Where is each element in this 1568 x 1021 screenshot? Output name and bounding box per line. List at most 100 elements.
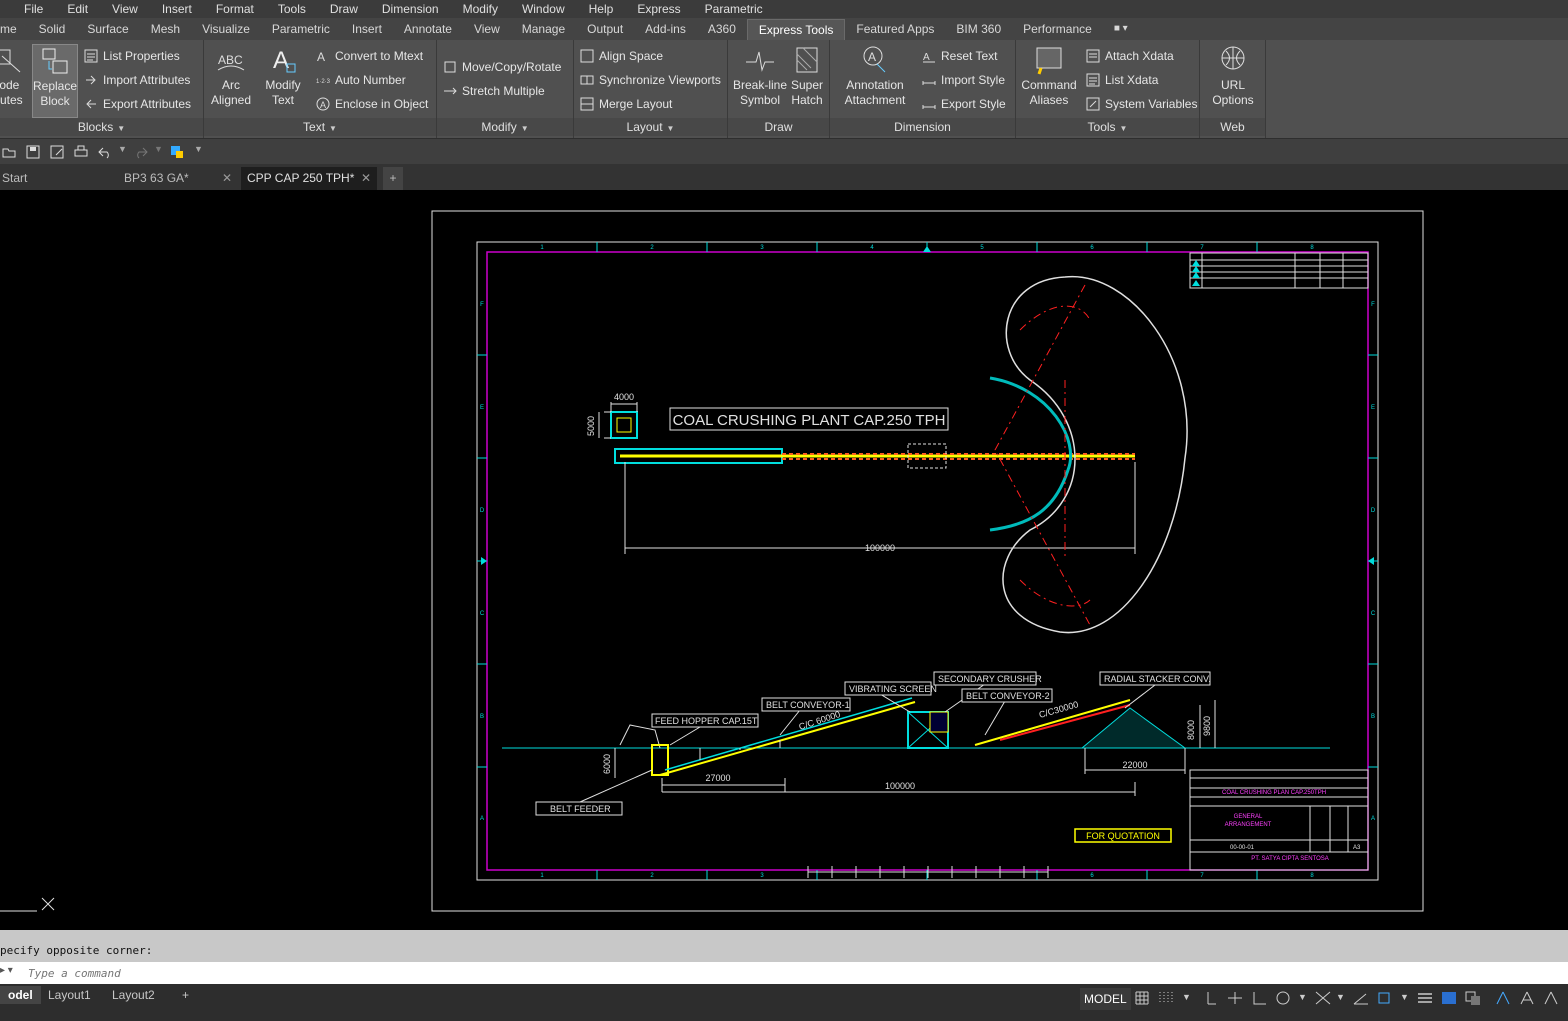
arc-aligned-button[interactable]: ABC Arc Aligned (208, 44, 254, 108)
redo-dropdown-icon[interactable]: ▼ (154, 144, 163, 154)
tab-home[interactable]: me (0, 18, 28, 40)
enclose-in-object-button[interactable]: A Enclose in Object (316, 94, 428, 114)
menu-modify[interactable]: Modify (451, 0, 510, 18)
convert-to-mtext-button[interactable]: A Convert to Mtext (316, 46, 423, 66)
tab-add-ins[interactable]: Add-ins (634, 18, 697, 40)
command-aliases-button[interactable]: Command Aliases (1018, 44, 1080, 108)
menu-window[interactable]: Window (510, 0, 577, 18)
merge-layout-button[interactable]: Merge Layout (580, 94, 672, 114)
undo-icon[interactable] (98, 145, 112, 159)
menu-help[interactable]: Help (577, 0, 626, 18)
tab-layout1[interactable]: Layout1 (40, 986, 99, 1004)
tab-view[interactable]: View (463, 18, 511, 40)
import-attributes-button[interactable]: Import Attributes (84, 70, 190, 90)
auto-scale-icon[interactable] (1542, 990, 1560, 1006)
stretch-multiple-button[interactable]: Stretch Multiple (443, 81, 545, 101)
tab-output[interactable]: Output (576, 18, 634, 40)
ribbon-options-icon[interactable]: ■ ▾ (1103, 18, 1139, 40)
panel-title-text[interactable]: Text ▼ (204, 118, 436, 136)
replace-block-button[interactable]: Replace Block (32, 44, 78, 118)
explode-attributes-button[interactable]: lode butes (0, 44, 24, 108)
menu-format[interactable]: Format (204, 0, 266, 18)
attach-xdata-button[interactable]: Attach Xdata (1086, 46, 1174, 66)
tab-parametric[interactable]: Parametric (261, 18, 341, 40)
menu-file[interactable]: File (0, 0, 55, 18)
panel-title-modify[interactable]: Modify ▼ (437, 118, 573, 136)
open-icon[interactable] (2, 145, 16, 159)
auto-number-button[interactable]: 1·2·3 Auto Number (316, 70, 406, 90)
modify-text-button[interactable]: A Modify Text (260, 44, 306, 108)
snap-icon[interactable] (1158, 990, 1176, 1006)
command-prompt-icon[interactable]: ▸ ▾ (0, 965, 13, 976)
menu-insert[interactable]: Insert (150, 0, 204, 18)
drawing-canvas[interactable]: 1 2 3 4 5 6 7 8 1 2 3 6 7 8 F E D C B A … (0, 190, 1568, 930)
infer-constraints-icon[interactable] (1202, 990, 1220, 1006)
object-snap-icon[interactable] (1376, 990, 1394, 1006)
new-tab-button[interactable]: + (383, 167, 403, 190)
url-options-button[interactable]: URL Options (1206, 44, 1260, 108)
list-xdata-button[interactable]: List Xdata (1086, 70, 1158, 90)
synchronize-viewports-button[interactable]: Synchronize Viewports (580, 70, 721, 90)
menu-edit[interactable]: Edit (55, 0, 100, 18)
tab-bim-360[interactable]: BIM 360 (945, 18, 1012, 40)
tab-mesh[interactable]: Mesh (140, 18, 191, 40)
print-icon[interactable] (74, 145, 88, 159)
file-tab-bp3[interactable]: BP3 63 GA* ✕ (118, 167, 238, 190)
export-style-button[interactable]: Export Style (922, 94, 1006, 114)
panel-title-tools[interactable]: Tools ▼ (1016, 118, 1199, 136)
menu-draw[interactable]: Draw (318, 0, 370, 18)
tab-a360[interactable]: A360 (697, 18, 747, 40)
isodraft-dropdown-icon[interactable]: ▼ (1336, 992, 1345, 1002)
object-snap-tracking-icon[interactable] (1352, 990, 1370, 1006)
selection-cycling-icon[interactable] (1464, 990, 1482, 1006)
isodraft-icon[interactable] (1314, 990, 1332, 1006)
file-tab-cpp[interactable]: CPP CAP 250 TPH* ✕ (241, 167, 377, 190)
add-layout-button[interactable]: + (174, 986, 197, 1004)
tab-visualize[interactable]: Visualize (191, 18, 261, 40)
menu-express[interactable]: Express (625, 0, 692, 18)
tab-performance[interactable]: Performance (1012, 18, 1103, 40)
tab-surface[interactable]: Surface (76, 18, 139, 40)
osnap-dropdown-icon[interactable]: ▼ (1400, 992, 1409, 1002)
ortho-icon[interactable] (1250, 990, 1268, 1006)
file-tab-start[interactable]: Start (0, 167, 110, 190)
redo-icon[interactable] (134, 145, 148, 159)
panel-title-blocks[interactable]: Blocks ▼ (0, 118, 203, 136)
tab-manage[interactable]: Manage (511, 18, 576, 40)
menu-dimension[interactable]: Dimension (370, 0, 451, 18)
save-icon[interactable] (26, 145, 40, 159)
model-space-button[interactable]: MODEL (1080, 988, 1131, 1010)
move-copy-rotate-button[interactable]: Move/Copy/Rotate (443, 57, 561, 77)
undo-dropdown-icon[interactable]: ▼ (118, 144, 127, 154)
save-as-icon[interactable] (50, 145, 64, 159)
annotation-scale-icon[interactable] (1494, 990, 1512, 1006)
grid-icon[interactable] (1134, 990, 1152, 1006)
tab-solid[interactable]: Solid (28, 18, 77, 40)
tab-featured-apps[interactable]: Featured Apps (845, 18, 945, 40)
transparency-icon[interactable] (1440, 990, 1458, 1006)
layer-icon[interactable] (170, 145, 184, 159)
annotation-visibility-icon[interactable] (1518, 990, 1536, 1006)
menu-parametric[interactable]: Parametric (693, 0, 775, 18)
tab-annotate[interactable]: Annotate (393, 18, 463, 40)
polar-dropdown-icon[interactable]: ▼ (1298, 992, 1307, 1002)
import-style-button[interactable]: Import Style (922, 70, 1005, 90)
snap-dropdown-icon[interactable]: ▼ (1182, 992, 1191, 1002)
close-tab-icon[interactable]: ✕ (361, 167, 371, 190)
break-line-symbol-button[interactable]: Break-line Symbol (732, 44, 788, 108)
reset-text-button[interactable]: A Reset Text (922, 46, 997, 66)
tab-model[interactable]: odel (0, 986, 41, 1004)
close-tab-icon[interactable]: ✕ (222, 167, 232, 190)
polar-tracking-icon[interactable] (1274, 990, 1292, 1006)
tab-express-tools[interactable]: Express Tools (746, 19, 846, 40)
dynamic-input-icon[interactable] (1226, 990, 1244, 1006)
list-properties-button[interactable]: List Properties (84, 46, 180, 66)
menu-tools[interactable]: Tools (266, 0, 318, 18)
align-space-button[interactable]: Align Space (580, 46, 663, 66)
annotation-attachment-button[interactable]: A Annotation Attachment (838, 44, 912, 108)
lineweight-icon[interactable] (1416, 990, 1434, 1006)
super-hatch-button[interactable]: Super Hatch (788, 44, 826, 108)
command-input[interactable] (26, 963, 1530, 983)
tab-layout2[interactable]: Layout2 (104, 986, 163, 1004)
panel-title-layout[interactable]: Layout ▼ (574, 118, 727, 136)
